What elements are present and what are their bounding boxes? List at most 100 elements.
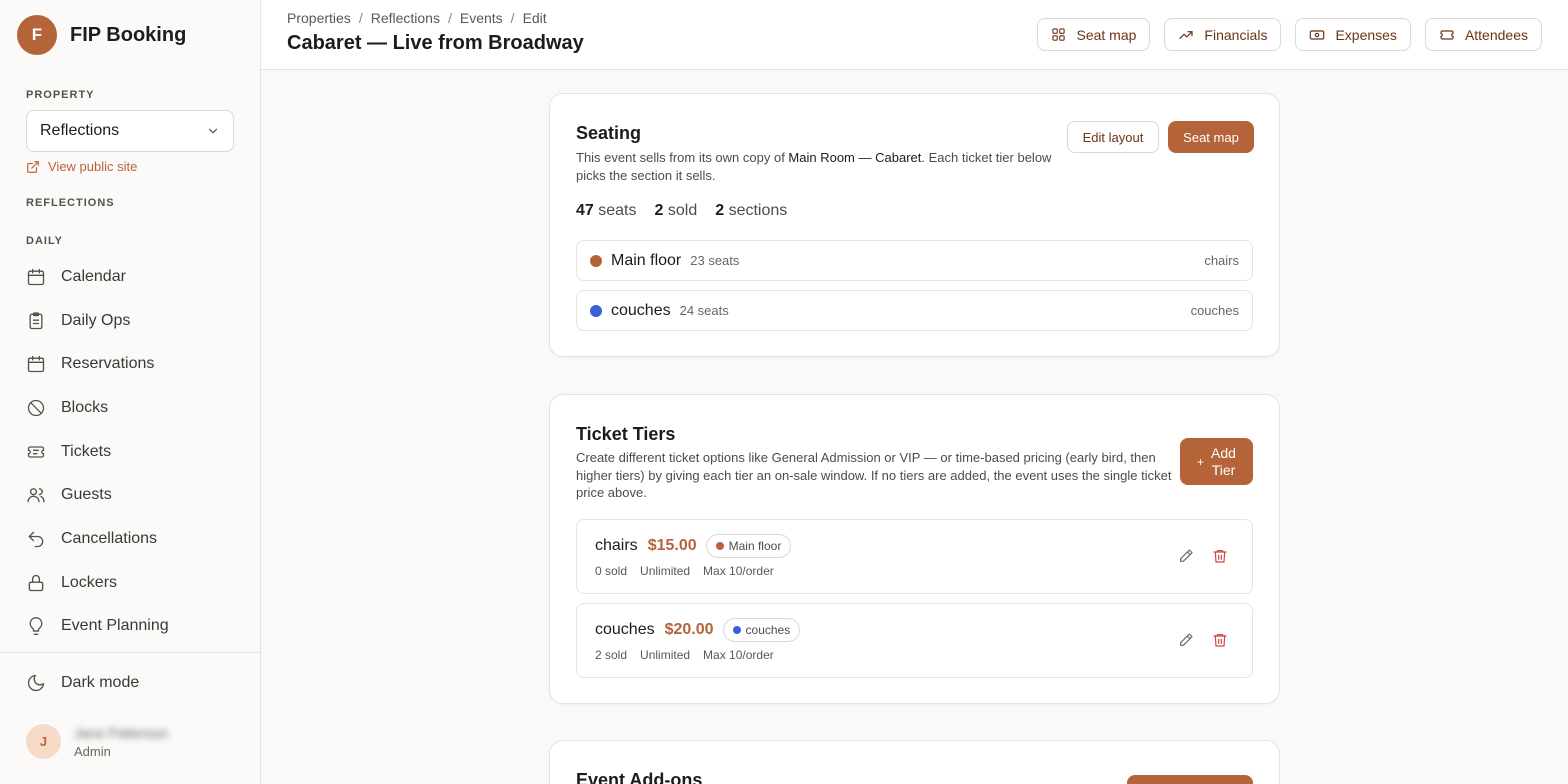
tier-section-badge: couches [722,618,801,642]
sidebar-item-guests[interactable]: Guests [26,473,169,517]
breadcrumb-properties[interactable]: Properties [287,10,351,26]
seating-desc-pre: This event sells from its own copy of [576,150,789,165]
financials-button[interactable]: Financials [1164,18,1282,51]
seating-card: Seating This event sells from its own co… [549,93,1280,357]
lightbulb-icon [29,617,43,636]
edit-pencil-icon[interactable] [1178,632,1194,648]
calendar-icon [27,268,45,286]
ticket-tiers-card: Ticket Tiers Create different ticket opt… [549,394,1280,704]
sidebar-item-label: Blocks [61,398,109,416]
sidebar-item-label: Lockers [61,573,118,591]
banknote-icon [1310,29,1325,40]
section-row-couches[interactable]: couches 24 seats couches [576,290,1253,331]
expenses-button-label: Expenses [1335,26,1397,43]
stat-sections-label: sections [728,202,788,219]
plus-icon: + [1197,454,1205,469]
brand-logo: F [17,15,57,55]
sidebar-item-label: Guests [61,486,112,504]
section-seats: 24 seats [679,303,729,318]
stat-sold: 2 sold [655,202,698,220]
edit-pencil-icon[interactable] [1178,548,1194,564]
sidebar: F FIP Booking PROPERTY Reflections View … [0,0,261,784]
financials-button-label: Financials [1204,26,1268,43]
stat-seats: 47 seats [576,202,637,220]
sidebar-divider [0,652,260,653]
sidebar-item-tickets[interactable]: Tickets [26,430,169,474]
add-tier-label-2: Tier [1211,461,1236,478]
brand-name: FIP Booking [70,23,187,46]
tier-section-label: couches [745,623,791,637]
expenses-button[interactable]: Expenses [1295,18,1411,51]
event-addons-title: Event Add-ons [576,770,703,784]
tier-limit: Unlimited [640,648,691,662]
seat-map-primary-button[interactable]: Seat map [1168,121,1254,153]
breadcrumb-edit: Edit [522,10,547,26]
sidebar-item-reservations[interactable]: Reservations [26,342,169,386]
property-select[interactable]: Reflections [26,110,234,152]
brand[interactable]: F FIP Booking [17,15,186,55]
breadcrumb-separator: / [358,10,363,26]
tier-row-chairs: chairs $15.00 Main floor 0 sold Unlimite… [576,519,1253,594]
section-seats: 23 seats [690,253,740,268]
tier-limit: Unlimited [640,564,691,578]
section-color-dot [732,626,741,634]
section-row-main-floor[interactable]: Main floor 23 seats chairs [576,240,1253,281]
sidebar-item-label: Calendar [61,267,126,285]
section-name: Main floor [611,251,682,269]
tier-max-per-order: Max 10/order [703,564,774,578]
attendees-button[interactable]: Attendees [1424,18,1542,51]
section-color-dot [590,304,602,317]
page-title: Cabaret — Live from Broadway [287,32,584,54]
ban-icon [27,399,45,417]
clipboard-icon [29,311,43,329]
edit-layout-button[interactable]: Edit layout [1067,121,1159,153]
dark-mode-toggle[interactable]: Dark mode [26,673,139,693]
section-type: couches [1190,303,1239,318]
tier-sold: 2 sold [595,648,628,662]
breadcrumb-separator: / [510,10,515,26]
tier-max-per-order: Max 10/order [703,648,774,662]
sidebar-item-blocks[interactable]: Blocks [26,386,169,430]
avatar: J [26,724,61,759]
event-addons-card: Event Add-ons [549,740,1280,784]
seating-description: This event sells from its own copy of Ma… [576,149,1056,184]
daily-label: DAILY [26,235,63,247]
top-header: Properties / Reflections / Events / Edit… [261,0,1568,70]
lock-icon [28,574,44,591]
sidebar-item-cancellations[interactable]: Cancellations [26,517,169,561]
seat-map-button-label: Seat map [1076,26,1137,43]
stat-sold-value: 2 [654,202,664,219]
seating-desc-layout-name: Main Room — Cabaret [788,150,922,165]
sidebar-item-label: Tickets [61,442,112,460]
seating-stats: 47 seats 2 sold 2 sections [576,202,787,220]
seat-map-button[interactable]: Seat map [1037,18,1151,51]
stat-sections: 2 sections [715,202,787,220]
add-tier-button[interactable]: + Add Tier [1180,438,1253,485]
breadcrumb-reflections[interactable]: Reflections [371,10,440,26]
sidebar-item-lockers[interactable]: Lockers [26,561,169,605]
add-tier-label-1: Add [1211,444,1236,461]
trash-icon[interactable] [1212,632,1228,648]
section-color-dot [590,254,602,267]
stat-seats-value: 47 [576,202,594,219]
section-type: chairs [1204,253,1239,268]
user-profile[interactable]: J Jane Patterson Admin [26,724,168,759]
external-link-icon [27,160,39,173]
tier-name: couches [595,621,655,638]
tier-section-label: Main floor [728,539,782,553]
tier-row-couches: couches $20.00 couches 2 sold Unlimited … [576,603,1253,678]
add-addon-button[interactable] [1127,775,1253,784]
breadcrumb-separator: / [447,10,452,26]
dark-mode-label: Dark mode [61,674,140,691]
ticket-icon [27,445,45,458]
breadcrumb-events[interactable]: Events [460,10,503,26]
users-icon [27,488,45,503]
trash-icon[interactable] [1212,548,1228,564]
view-public-site-link[interactable]: View public site [26,159,137,174]
sidebar-item-daily-ops[interactable]: Daily Ops [26,299,169,343]
tier-name: chairs [595,537,638,554]
property-select-value: Reflections [40,122,120,139]
sidebar-item-calendar[interactable]: Calendar [26,255,169,299]
sidebar-item-event-planning[interactable]: Event Planning [26,605,169,649]
group-label: REFLECTIONS [26,197,115,209]
